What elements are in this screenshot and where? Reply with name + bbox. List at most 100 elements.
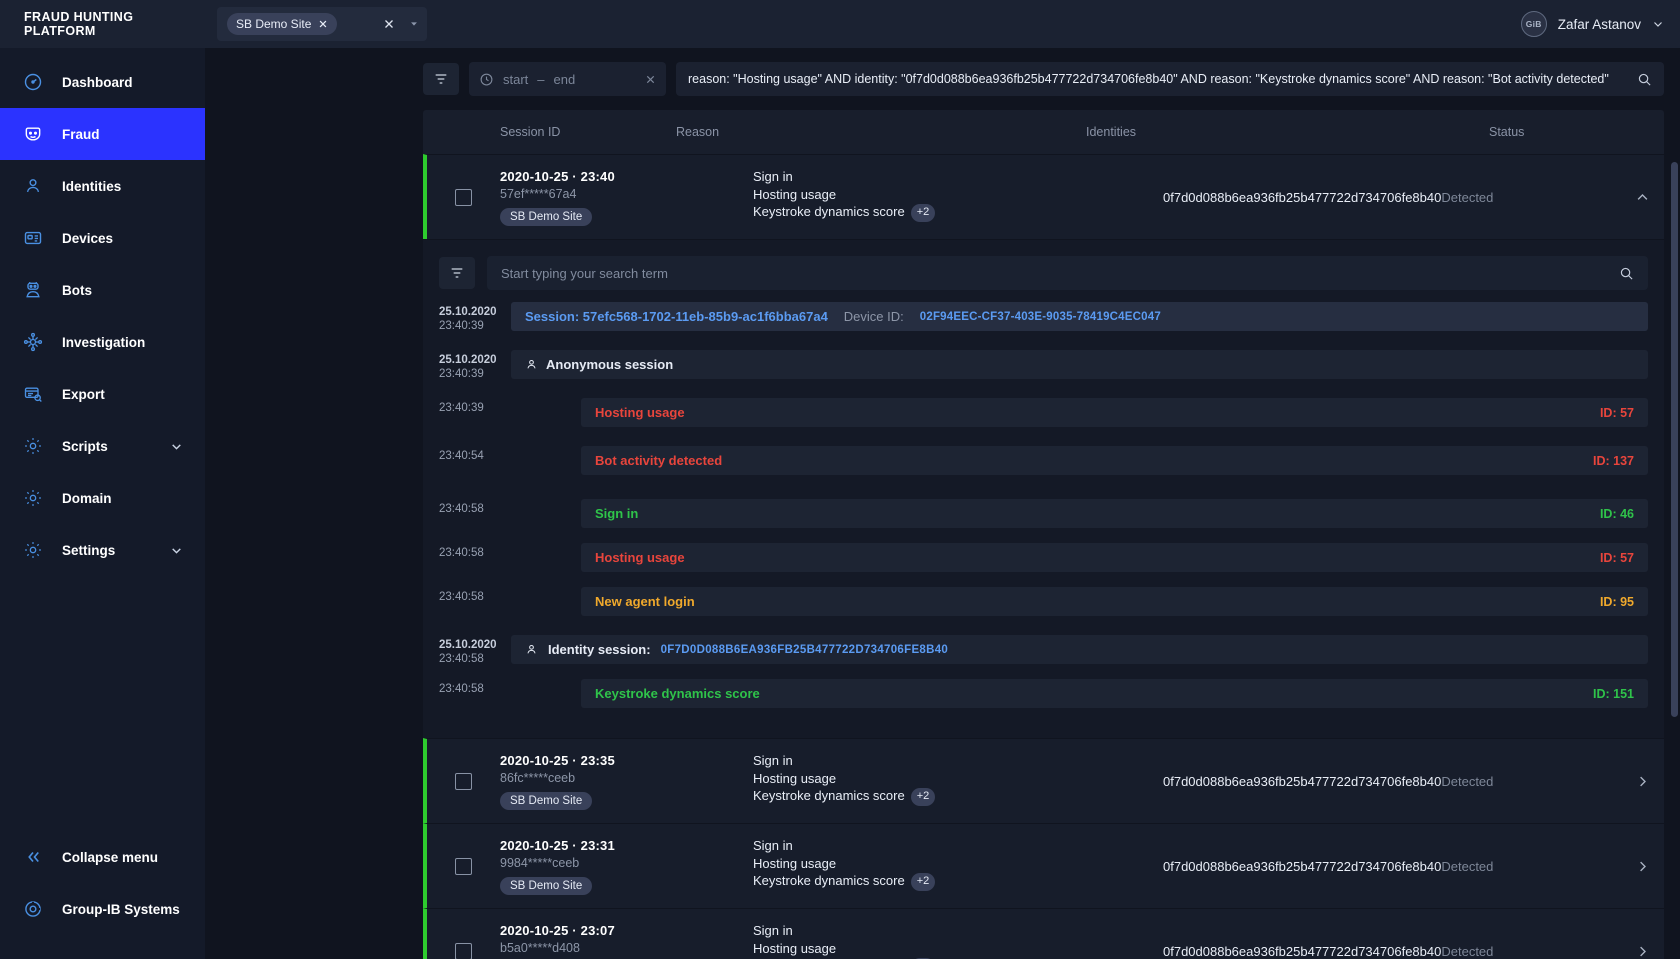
chevron-down-icon[interactable]: [169, 544, 183, 557]
timeline-indent: [511, 587, 581, 626]
event-bar[interactable]: New agent login ID: 95: [581, 587, 1648, 616]
event-bar[interactable]: Hosting usage ID: 57: [581, 398, 1648, 427]
detail-search-input[interactable]: Start typing your search term: [487, 256, 1648, 290]
cell-status: Detected: [1441, 189, 1494, 205]
event-bar[interactable]: Hosting usage ID: 57: [581, 543, 1648, 572]
column-header-reason: Reason: [676, 125, 720, 139]
row-date: 2020-10-25 · 23:40: [500, 168, 615, 184]
avatar: GiB: [1520, 11, 1547, 37]
cell-reason: Sign in Hosting usage Keystroke dynamics…: [753, 838, 1163, 894]
user-menu[interactable]: GiB Zafar Astanov: [1520, 11, 1664, 37]
chevron-down-icon[interactable]: [1652, 18, 1664, 30]
row-checkbox[interactable]: [455, 188, 472, 206]
row-checkbox[interactable]: [455, 942, 472, 959]
sidebar-item-fraud[interactable]: Fraud: [0, 108, 205, 160]
sidebar-item-scripts[interactable]: Scripts: [0, 420, 205, 472]
mask-icon: [22, 123, 44, 145]
chevron-right-icon[interactable]: [1616, 774, 1668, 789]
group-ib-systems-link[interactable]: Group-IB Systems: [0, 883, 205, 935]
row-session-id: 86fc*****ceeb: [500, 770, 576, 785]
table-row[interactable]: 2020-10-25 · 23:07 b5a0*****d408 SB Demo…: [423, 908, 1664, 959]
event-label: Bot activity detected: [595, 453, 723, 468]
date-end-placeholder[interactable]: end: [554, 72, 576, 87]
sidebar-item-bots[interactable]: Bots: [0, 264, 205, 316]
detail-filter-icon[interactable]: [439, 257, 475, 289]
reason-item: Hosting usage: [753, 855, 837, 871]
sidebar-item-identities[interactable]: Identities: [0, 160, 205, 212]
bot-icon: [22, 279, 44, 301]
sidebar-item-dashboard[interactable]: Dashboard: [0, 56, 205, 108]
sidebar-item-devices[interactable]: Devices: [0, 212, 205, 264]
chevron-down-icon[interactable]: [409, 19, 419, 29]
filter-bar: start – end reason: "Hosting usage" AND …: [205, 48, 1680, 110]
cell-status: Detected: [1441, 773, 1494, 789]
date-range-picker[interactable]: start – end: [469, 62, 666, 96]
reason-item: Sign in: [753, 753, 793, 769]
event-bar[interactable]: Bot activity detected ID: 137: [581, 446, 1648, 475]
sidebar-footer: Collapse menu Group-IB Systems: [0, 831, 205, 959]
sidebar-item-label: Domain: [62, 490, 112, 506]
clock-icon: [479, 72, 494, 87]
reason-more-badge[interactable]: +2: [910, 873, 936, 891]
event-label: Keystroke dynamics score: [595, 686, 760, 701]
reason-more-badge[interactable]: +2: [910, 204, 936, 222]
timeline-indent: [511, 446, 581, 485]
timeline-timestamp: 23:40:58: [439, 547, 484, 559]
chevron-right-icon[interactable]: [1616, 944, 1668, 959]
timeline-row-event: 23:40:58 Keystroke dynamics score ID: 15…: [439, 679, 1648, 718]
table-row[interactable]: 2020-10-25 · 23:40 57ef*****67a4 SB Demo…: [423, 154, 1664, 239]
close-icon[interactable]: [318, 19, 328, 29]
main-area: SB Demo Site GiB Zafar Astanov start – e…: [205, 0, 1680, 959]
timeline-body: Anonymous session: [511, 350, 1648, 389]
clear-date-icon[interactable]: [645, 74, 656, 85]
site-selector[interactable]: SB Demo Site: [217, 7, 427, 41]
search-icon[interactable]: [1637, 72, 1652, 87]
vertical-scrollbar-thumb[interactable]: [1671, 162, 1678, 717]
timeline-row-event: 23:40:58 New agent login ID: 95: [439, 587, 1648, 626]
table-row[interactable]: 2020-10-25 · 23:31 9984*****ceeb SB Demo…: [423, 823, 1664, 908]
event-bar[interactable]: Keystroke dynamics score ID: 151: [581, 679, 1648, 708]
date-start-placeholder[interactable]: start: [503, 72, 528, 87]
row-site-tag: SB Demo Site: [500, 876, 593, 895]
reason-more-badge[interactable]: +2: [910, 788, 936, 806]
chevron-down-icon[interactable]: [169, 440, 183, 453]
query-input[interactable]: reason: "Hosting usage" AND identity: "0…: [676, 62, 1664, 96]
sidebar-item-investigation[interactable]: Investigation: [0, 316, 205, 368]
sidebar-item-settings[interactable]: Settings: [0, 524, 205, 576]
sidebar-item-domain[interactable]: Domain: [0, 472, 205, 524]
timeline-row-event: 23:40:39 Hosting usage ID: 57: [439, 398, 1648, 437]
sidebar-item-export[interactable]: Export: [0, 368, 205, 420]
event-bar[interactable]: Sign in ID: 46: [581, 499, 1648, 528]
reason-item-with-more: Keystroke dynamics score +2: [753, 788, 1163, 807]
detail-search-placeholder: Start typing your search term: [501, 265, 668, 281]
gear-icon: [22, 435, 44, 457]
cell-identities: 0f7d0d088b6ea936fb25b477722d734706fe8b40: [1163, 943, 1442, 959]
session-id-bar[interactable]: Session: 57efc568-1702-11eb-85b9-ac1f6bb…: [511, 302, 1648, 331]
site-chip[interactable]: SB Demo Site: [227, 13, 338, 35]
top-bar: SB Demo Site GiB Zafar Astanov: [205, 0, 1680, 48]
event-label: New agent login: [595, 594, 695, 609]
event-id: ID: 46: [1599, 506, 1634, 521]
filter-icon[interactable]: [423, 63, 459, 95]
timeline-timestamp: 23:40:58: [439, 503, 484, 515]
collapse-menu-button[interactable]: Collapse menu: [0, 831, 205, 883]
row-checkbox[interactable]: [455, 857, 472, 875]
chevron-up-icon[interactable]: [1616, 190, 1668, 205]
search-icon[interactable]: [1619, 266, 1634, 281]
clear-selection-icon[interactable]: [383, 18, 395, 30]
user-name: Zafar Astanov: [1557, 16, 1641, 32]
table-row[interactable]: 2020-10-25 · 23:35 86fc*****ceeb SB Demo…: [423, 738, 1664, 823]
brand-title: FRAUD HUNTING PLATFORM: [0, 0, 205, 48]
sidebar-nav: Dashboard Fraud Identities Devices Bots …: [0, 48, 205, 576]
chevron-right-icon[interactable]: [1616, 859, 1668, 874]
reason-item: Hosting usage: [753, 186, 837, 202]
anonymous-session-bar[interactable]: Anonymous session: [511, 350, 1648, 379]
device-icon: [22, 227, 44, 249]
row-checkbox-cell: [427, 188, 500, 206]
row-date: 2020-10-25 · 23:07: [500, 922, 615, 938]
reason-item: Keystroke dynamics score: [753, 788, 905, 804]
identity-session-bar[interactable]: Identity session: 0F7D0D088B6EA936FB25B4…: [511, 635, 1648, 664]
row-checkbox[interactable]: [455, 772, 472, 790]
